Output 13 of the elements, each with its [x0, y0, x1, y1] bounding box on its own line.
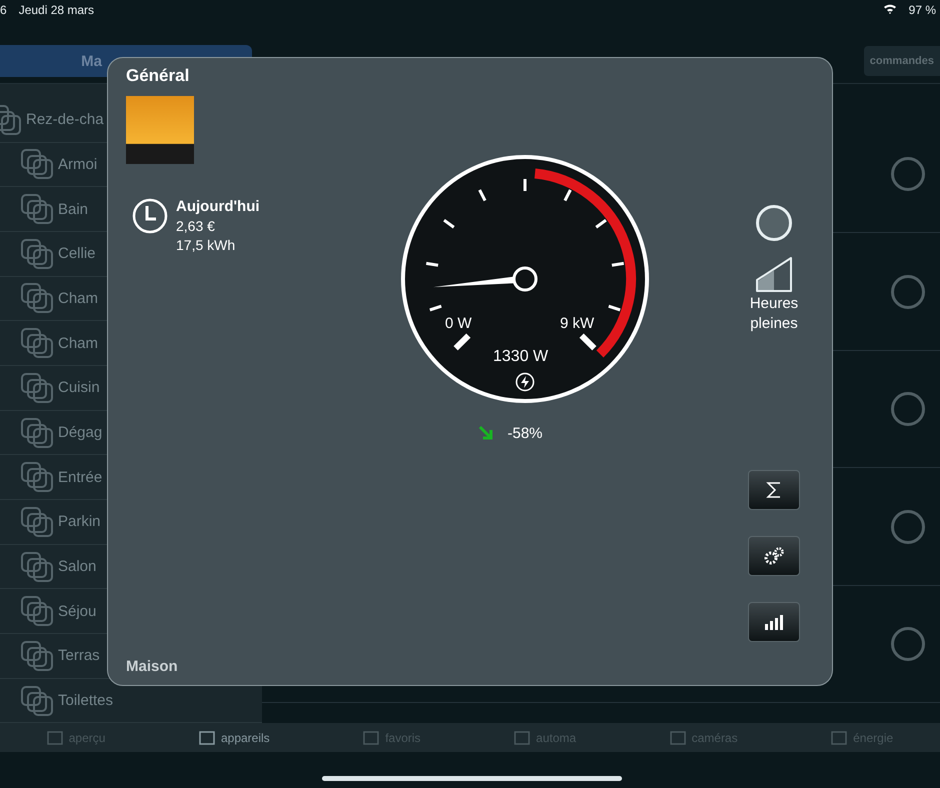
battery-percent: 97 %: [908, 3, 936, 17]
dialog-title: Général: [126, 66, 190, 86]
status-time: 6: [0, 3, 7, 17]
power-reading: 1330 W: [493, 348, 548, 366]
status-date: Jeudi 28 mars: [18, 3, 94, 17]
gauge-max-label: 9 kW: [560, 315, 594, 332]
today-cost: 2,63 €: [176, 218, 216, 234]
tariff-label: Heures pleines: [748, 294, 800, 333]
trend-value: -58%: [507, 424, 543, 442]
today-energy: 17,5 kWh: [176, 237, 236, 253]
gauge-min-label: 0 W: [445, 315, 472, 332]
today-label: Aujourd'hui: [176, 198, 260, 215]
dialog-footer-label: Maison: [126, 658, 179, 675]
